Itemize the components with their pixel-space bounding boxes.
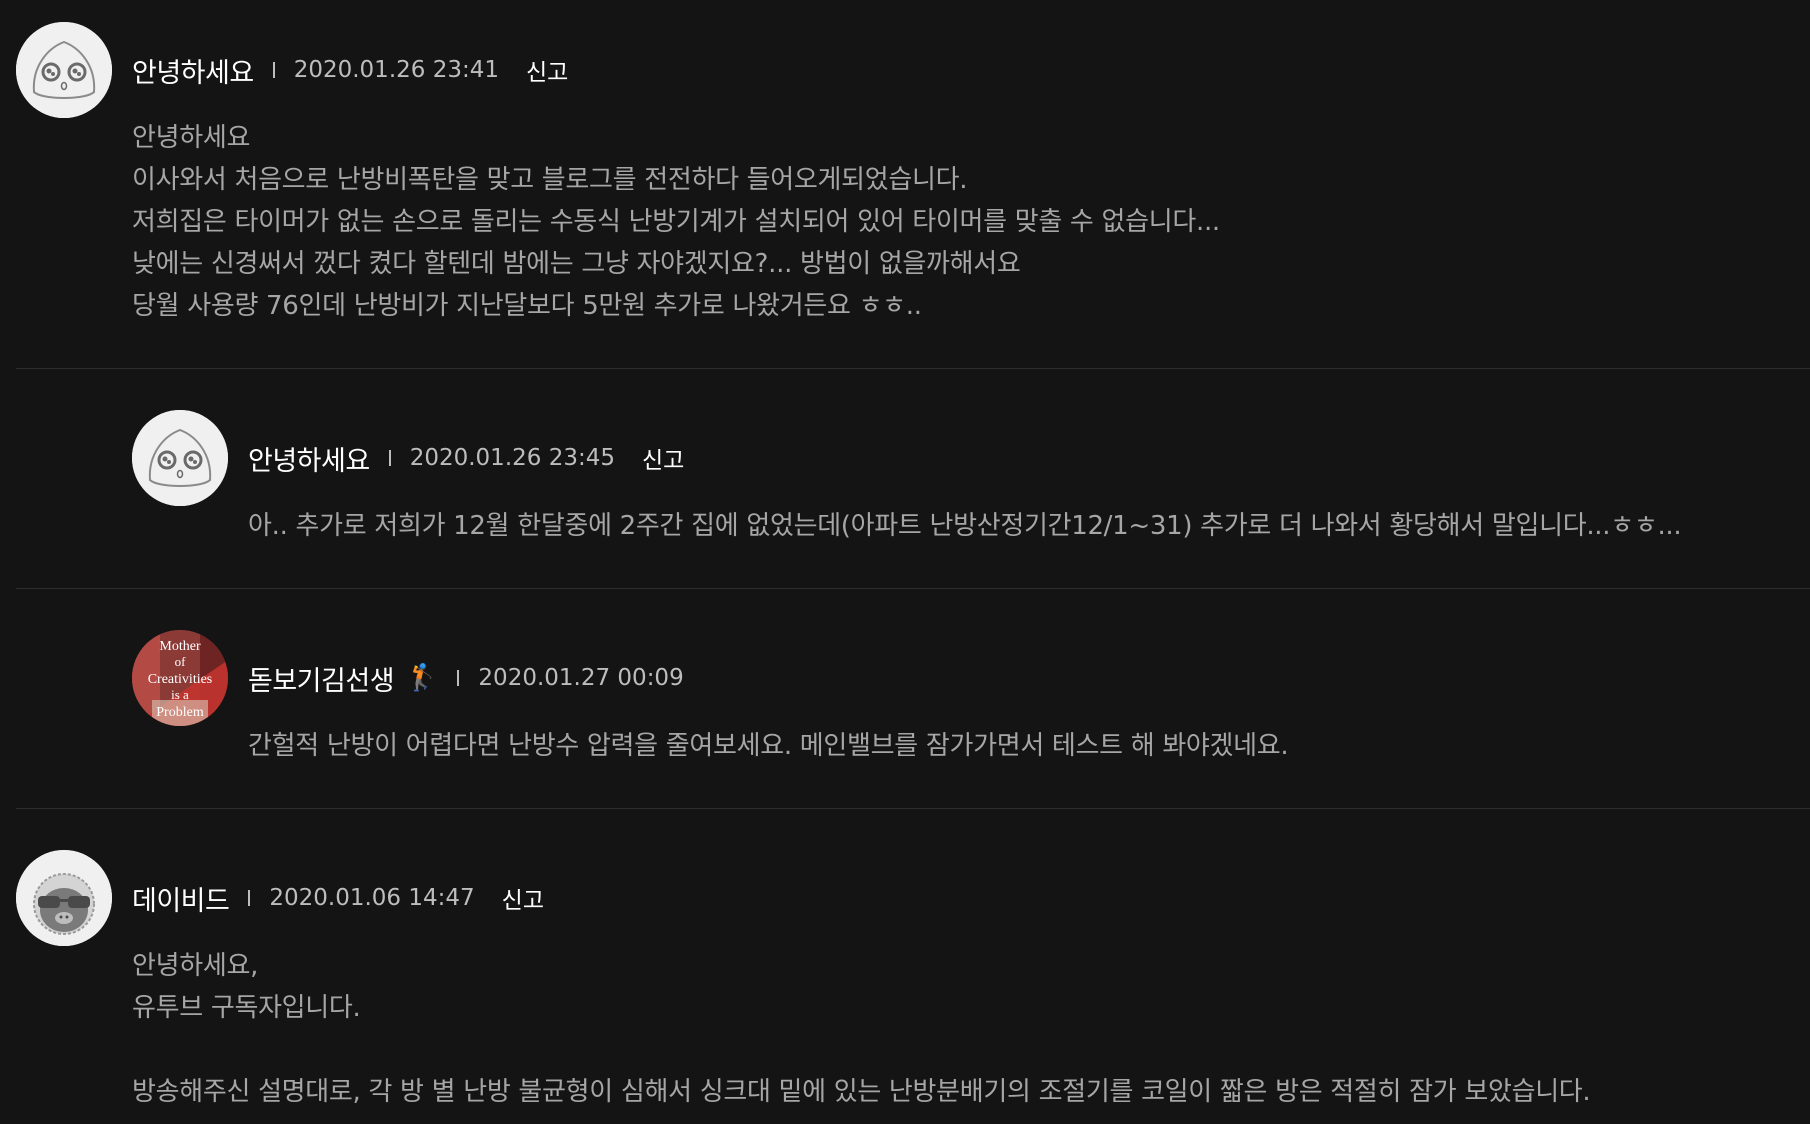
report-button[interactable]: 신고 bbox=[502, 881, 544, 915]
comment-line: 안녕하세요 bbox=[132, 123, 251, 153]
sunglasses-character-icon bbox=[16, 850, 112, 946]
avatar[interactable] bbox=[16, 850, 112, 946]
comment-meta: 안녕하세요 2020.01.26 23:45 신고 bbox=[248, 438, 684, 478]
comment-line: 저희집은 타이머가 없는 손으로 돌리는 수동식 난방기계가 설치되어 있어 타… bbox=[132, 207, 1220, 237]
comment-divider bbox=[16, 588, 1810, 589]
comment-author[interactable]: 안녕하세요 bbox=[248, 439, 370, 478]
comment-line: 방송해주신 설명대로, 각 방 별 난방 불균형이 심해서 싱크대 밑에 있는 … bbox=[132, 1077, 1591, 1107]
report-button[interactable]: 신고 bbox=[642, 441, 684, 475]
report-button[interactable]: 신고 bbox=[526, 53, 568, 87]
comment-date: 2020.01.27 00:09 bbox=[478, 665, 684, 691]
comment-text: 안녕하세요 이사와서 처음으로 난방비폭탄을 맞고 블로그를 전전하다 들어오게… bbox=[132, 117, 1220, 327]
avatar[interactable] bbox=[132, 410, 228, 506]
comment-line: 안녕하세요, bbox=[132, 951, 259, 981]
comment-text: 아.. 추가로 저희가 12월 한달중에 2주간 집에 없었는데(아파트 난방산… bbox=[248, 505, 1810, 547]
avatar-photo-text: Creativities bbox=[148, 672, 213, 687]
comment-text: 간헐적 난방이 어렵다면 난방수 압력을 줄여보세요. 메인밸브를 잠가가면서 … bbox=[248, 725, 1289, 767]
comment-line: 당월 사용량 76인데 난방비가 지난달보다 5만원 추가로 나왔거든요 ㅎㅎ.… bbox=[132, 291, 922, 321]
comment-author[interactable]: 안녕하세요 bbox=[132, 51, 254, 90]
comment-meta: 데이비드 2020.01.06 14:47 신고 bbox=[132, 878, 544, 918]
comment-line: 이사와서 처음으로 난방비폭탄을 맞고 블로그를 전전하다 들어오게되었습니다. bbox=[132, 165, 968, 195]
peach-character-icon bbox=[132, 410, 228, 506]
peach-character-icon bbox=[16, 22, 112, 118]
avatar-photo-text: of bbox=[175, 654, 187, 669]
meta-separator bbox=[457, 670, 460, 686]
comment-line: 간헐적 난방이 어렵다면 난방수 압력을 줄여보세요. 메인밸브를 잠가가면서 … bbox=[248, 731, 1289, 761]
comment-date: 2020.01.06 14:47 bbox=[269, 885, 475, 911]
profile-photo-icon: Mother of Creativities is a Problem bbox=[132, 630, 228, 726]
avatar-photo-text: Problem bbox=[156, 705, 204, 720]
meta-separator bbox=[272, 62, 275, 78]
meta-separator bbox=[388, 450, 391, 466]
comment-divider bbox=[16, 368, 1810, 369]
comment-author[interactable]: 돋보기김선생 bbox=[248, 659, 395, 698]
avatar[interactable]: Mother of Creativities is a Problem bbox=[132, 630, 228, 726]
comment-line: 아.. 추가로 저희가 12월 한달중에 2주간 집에 없었는데(아파트 난방산… bbox=[248, 511, 1682, 541]
comment-date: 2020.01.26 23:45 bbox=[409, 445, 615, 471]
comment-line bbox=[132, 1029, 1590, 1071]
comment-meta: 돋보기김선생 🏌 2020.01.27 00:09 bbox=[248, 658, 684, 698]
comment-author[interactable]: 데이비드 bbox=[132, 879, 230, 918]
comment-line: 낮에는 신경써서 껐다 켰다 할텐데 밤에는 그냥 자야겠지요?... 방법이 … bbox=[132, 249, 1021, 279]
avatar-photo-text: Mother bbox=[159, 639, 201, 654]
comment-date: 2020.01.26 23:41 bbox=[293, 57, 499, 83]
comment-line: 유투브 구독자입니다. bbox=[132, 993, 361, 1023]
comment-divider bbox=[16, 808, 1810, 809]
comment-meta: 안녕하세요 2020.01.26 23:41 신고 bbox=[132, 50, 568, 90]
avatar-photo-text: is a bbox=[171, 687, 189, 702]
meta-separator bbox=[248, 890, 251, 906]
avatar[interactable] bbox=[16, 22, 112, 118]
golfer-icon: 🏌 bbox=[406, 663, 439, 693]
comment-text: 안녕하세요, 유투브 구독자입니다. 방송해주신 설명대로, 각 방 별 난방 … bbox=[132, 945, 1591, 1113]
